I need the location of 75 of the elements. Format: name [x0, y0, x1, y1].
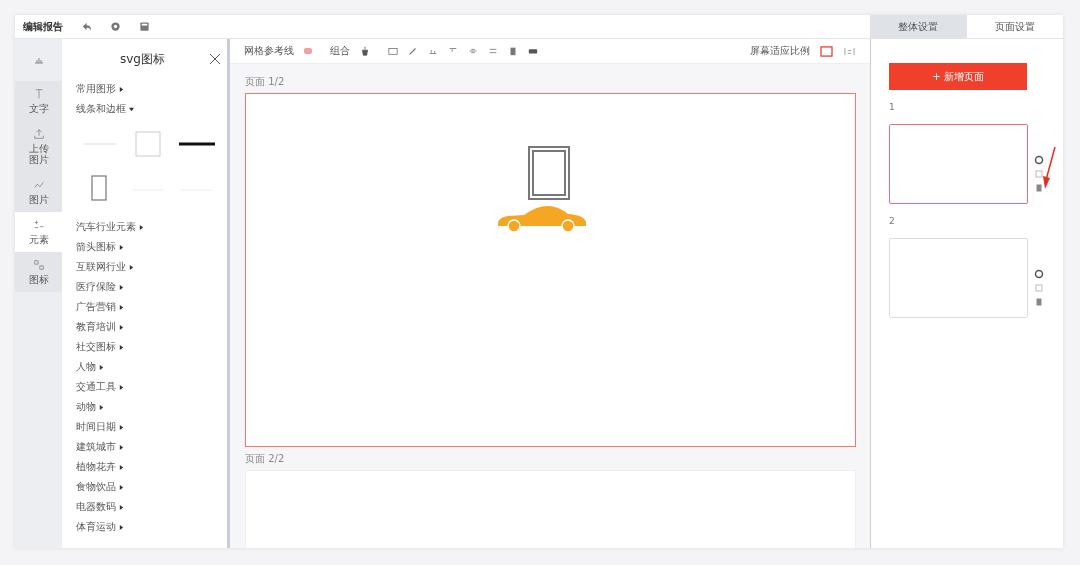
- page-number: 2: [889, 216, 896, 226]
- category-item[interactable]: 常用图形: [76, 79, 124, 99]
- fill-icon[interactable]: [360, 46, 370, 56]
- trash-icon[interactable]: [1034, 297, 1044, 307]
- trash-icon[interactable]: [1034, 183, 1044, 193]
- category-item[interactable]: 互联网行业: [76, 257, 134, 277]
- undo-icon[interactable]: [81, 21, 92, 32]
- grid-toggle[interactable]: [304, 48, 312, 54]
- caret-icon[interactable]: [119, 524, 124, 530]
- close-icon[interactable]: [209, 53, 221, 65]
- frame-icon[interactable]: [528, 146, 570, 200]
- category-item[interactable]: 医疗保险: [76, 277, 124, 297]
- sidebar-tab[interactable]: 上传图片: [15, 121, 62, 172]
- caret-icon[interactable]: [119, 244, 124, 250]
- zoom-fit-label: 屏幕适应比例: [750, 44, 810, 58]
- align-middle-icon[interactable]: [468, 46, 478, 56]
- category-item[interactable]: 教育培训: [76, 317, 124, 337]
- circle-icon[interactable]: [1034, 155, 1044, 165]
- align-lines-icon[interactable]: [488, 46, 498, 56]
- page-label: 页面 2/2: [245, 452, 286, 466]
- circle-icon[interactable]: [1034, 269, 1044, 279]
- group-label[interactable]: 组合: [330, 44, 350, 58]
- caret-icon[interactable]: [119, 464, 124, 470]
- app-title: 编辑报告: [23, 19, 63, 34]
- caret-icon[interactable]: [139, 224, 144, 230]
- save-icon[interactable]: [139, 21, 150, 32]
- category-item[interactable]: 植物花卉: [76, 457, 124, 477]
- caret-icon[interactable]: [129, 264, 134, 270]
- category-item[interactable]: 食物饮品: [76, 477, 124, 497]
- caret-icon[interactable]: [119, 444, 124, 450]
- arrow-annotation: [1042, 146, 1056, 190]
- category-item[interactable]: 交通工具: [76, 377, 124, 397]
- pencil-icon[interactable]: [408, 46, 418, 56]
- page-number: 1: [889, 102, 896, 112]
- category-item[interactable]: 电器数码: [76, 497, 124, 517]
- caret-icon[interactable]: [129, 106, 134, 112]
- fit-screen-icon[interactable]: [820, 45, 833, 57]
- image-icon[interactable]: [388, 46, 398, 56]
- copy-icon[interactable]: [1034, 169, 1044, 179]
- caret-icon[interactable]: [119, 284, 124, 290]
- caret-icon[interactable]: [119, 304, 124, 310]
- category-item[interactable]: 人物: [76, 357, 104, 377]
- caret-icon[interactable]: [119, 424, 124, 430]
- keyboard-icon[interactable]: [528, 46, 538, 56]
- sidebar-tab[interactable]: 文字: [15, 81, 62, 121]
- category-item[interactable]: 箭头图标: [76, 237, 124, 257]
- panel-title: svg图标: [119, 50, 166, 68]
- caret-icon[interactable]: [119, 344, 124, 350]
- category-item[interactable]: 汽车行业元素: [76, 217, 144, 237]
- element-icon[interactable]: [32, 219, 45, 231]
- caret-icon[interactable]: [119, 324, 124, 330]
- add-page-button[interactable]: + 新增页面: [889, 63, 1027, 90]
- settings-tab[interactable]: 整体设置: [870, 15, 967, 38]
- caret-icon[interactable]: [119, 504, 124, 510]
- category-item[interactable]: 建筑城市: [76, 437, 124, 457]
- settings-tab[interactable]: 页面设置: [966, 15, 1063, 38]
- sidebar-tab[interactable]: 图标: [15, 252, 62, 292]
- page-thumbnail[interactable]: [889, 124, 1028, 204]
- settings-icon[interactable]: [110, 21, 121, 32]
- category-item[interactable]: 时间日期: [76, 417, 124, 437]
- caret-icon[interactable]: [119, 384, 124, 390]
- category-item[interactable]: 线条和边框: [76, 99, 134, 119]
- caret-icon[interactable]: [119, 86, 124, 92]
- category-item[interactable]: 体育运动: [76, 517, 124, 537]
- sidebar-tab[interactable]: 图片: [15, 172, 62, 212]
- category-item[interactable]: 社交图标: [76, 337, 124, 357]
- grid-guide-label: 网格参考线: [244, 44, 294, 58]
- page-label: 页面 1/2: [245, 75, 286, 89]
- sidebar-tab[interactable]: 元素: [15, 212, 62, 252]
- caret-icon[interactable]: [119, 484, 124, 490]
- category-item[interactable]: 动物: [76, 397, 104, 417]
- category-item[interactable]: 广告营销: [76, 297, 124, 317]
- caret-icon[interactable]: [99, 364, 104, 370]
- caret-icon[interactable]: [99, 404, 104, 410]
- trash-icon[interactable]: [508, 46, 518, 56]
